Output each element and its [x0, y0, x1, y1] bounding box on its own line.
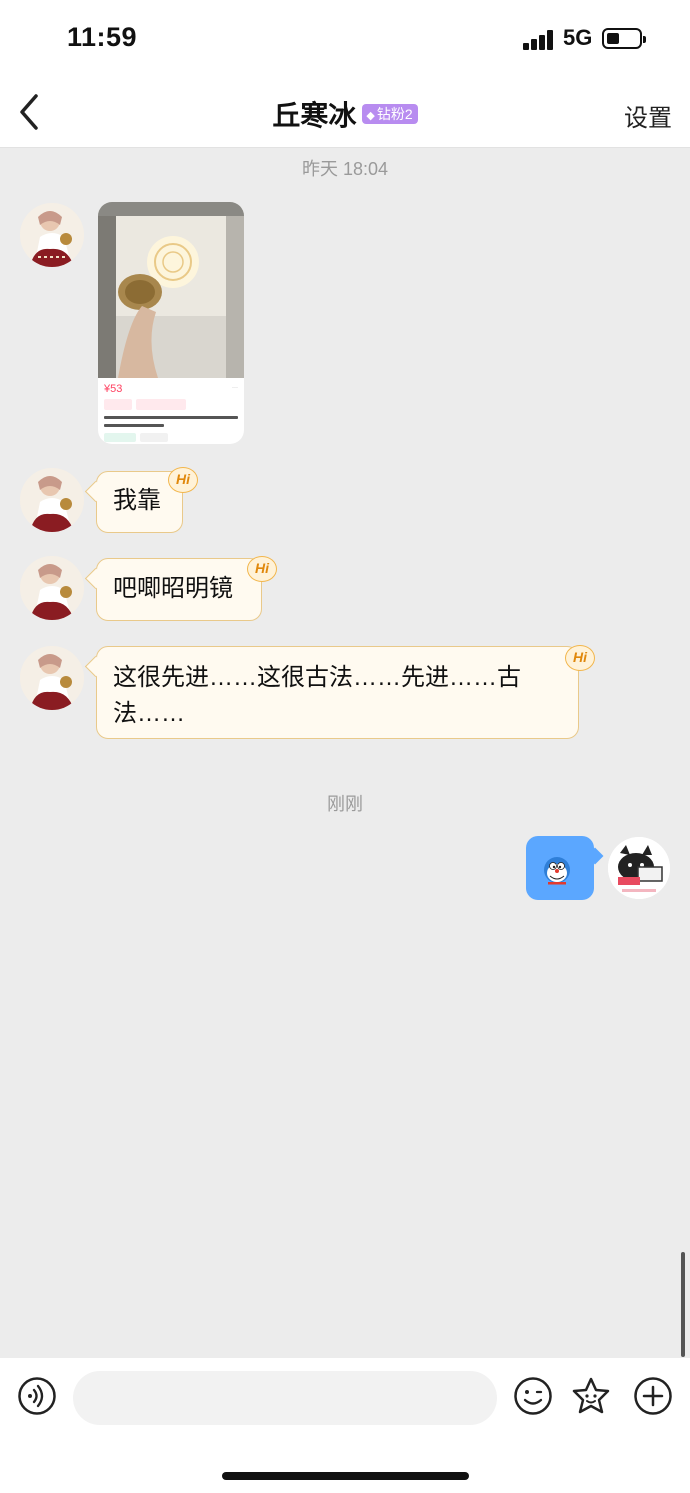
contact-avatar[interactable] [20, 556, 84, 620]
home-indicator [222, 1472, 469, 1480]
sticker-button[interactable] [571, 1376, 611, 1416]
hi-badge: Hi [168, 467, 198, 493]
message-timestamp: 昨天 18:04 [301, 159, 389, 179]
message-text: 我靠 [113, 487, 161, 514]
status-bar: 11:59 5G [0, 0, 690, 78]
voice-icon [18, 1377, 56, 1415]
product-chip [140, 433, 168, 442]
more-button[interactable] [633, 1376, 673, 1416]
battery-icon [602, 28, 646, 49]
product-photo [98, 202, 244, 378]
sent-sticker-bubble[interactable] [526, 836, 594, 900]
product-tag [104, 399, 132, 410]
signal-icon [523, 30, 555, 50]
scrollbar[interactable] [681, 1252, 685, 1357]
status-time: 11:59 [67, 22, 138, 52]
diamond-icon: ◆ [366, 110, 375, 122]
hi-badge: Hi [247, 556, 277, 582]
avatar-image [20, 646, 84, 710]
message-timestamp: 刚刚 [327, 794, 363, 814]
message-bubble[interactable]: 这很先进……这很古法……先进……古法…… [96, 646, 579, 739]
avatar-image [20, 468, 84, 532]
network-label: 5G [563, 25, 593, 50]
hi-badge: Hi [565, 645, 595, 671]
voice-button[interactable] [17, 1376, 57, 1416]
avatar-image [608, 837, 670, 899]
plus-icon [634, 1377, 672, 1415]
avatar-image [20, 556, 84, 620]
sticker-icon [572, 1377, 610, 1414]
contact-avatar[interactable] [20, 468, 84, 532]
fan-badge: ◆ 钻粉2 [362, 104, 418, 124]
message-text: 这很先进……这很古法……先进……古法…… [113, 664, 521, 727]
emoji-button[interactable] [513, 1376, 553, 1416]
settings-button[interactable]: 设置 [624, 98, 672, 133]
header-title-group: 丘寒冰 ◆ 钻粉2 [0, 94, 690, 134]
avatar-image [20, 203, 84, 267]
contact-avatar[interactable] [20, 646, 84, 710]
contact-name: 丘寒冰 [272, 100, 357, 131]
sticker-image [544, 857, 570, 885]
emoji-icon [514, 1377, 552, 1415]
shared-product-card[interactable]: ¥53 ··· [98, 202, 244, 444]
product-chip [104, 433, 136, 442]
product-price: ¥53 [104, 383, 123, 395]
contact-avatar[interactable] [20, 203, 84, 267]
message-input[interactable] [73, 1371, 497, 1425]
product-description [104, 413, 238, 427]
product-meta: ··· [232, 385, 238, 391]
chat-header: 丘寒冰 ◆ 钻粉2 设置 [0, 78, 690, 148]
message-text: 吧唧昭明镜 [113, 575, 233, 602]
message-bubble[interactable]: 吧唧昭明镜 [96, 558, 262, 621]
product-tag [136, 399, 186, 410]
fan-badge-label: 钻粉2 [376, 106, 413, 122]
my-avatar[interactable] [608, 837, 670, 899]
